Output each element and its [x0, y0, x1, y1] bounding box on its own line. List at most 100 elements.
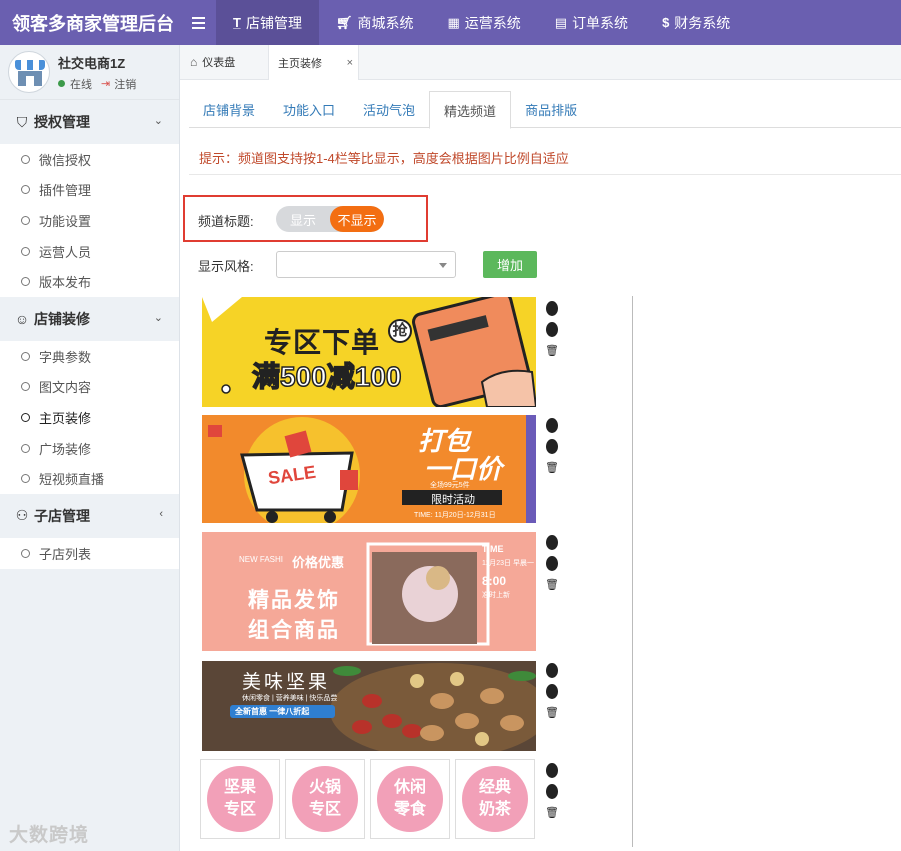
banner2-time: TIME: 11月20日-12月31日: [414, 512, 496, 519]
circle-icon: [21, 351, 30, 361]
banner3-tag: 价格优惠: [292, 555, 345, 570]
notice-text: 提示：频道图支持按1-4栏等比显示，高度会根据图片比例自适应: [189, 140, 901, 175]
circle-icon: [21, 154, 30, 164]
icon-card-snacks: 休闲 零食: [370, 759, 450, 839]
style-select[interactable]: [276, 251, 456, 278]
sidebar-group-auth[interactable]: ⛉ 授权管理 ⌄: [0, 100, 179, 144]
circle-icon: [21, 548, 30, 558]
channel-title-toggle[interactable]: 显示 不显示: [276, 206, 384, 232]
text-icon: T̲: [233, 15, 241, 30]
sidebar-item-homepage-decoration[interactable]: 主页装修: [0, 402, 179, 433]
caret-down-icon: [439, 263, 447, 268]
circle-icon: [21, 277, 30, 287]
tab-product-layout[interactable]: 商品排版: [511, 91, 591, 128]
move-down-icon[interactable]: ↓: [546, 322, 558, 337]
sidebar-item-plaza-decoration[interactable]: 广场装修: [0, 433, 179, 464]
sidebar-group-decoration[interactable]: ☺ 店铺装修 ⌄: [0, 297, 179, 341]
move-down-icon[interactable]: ↓: [546, 439, 558, 454]
sidebar-item-plugins[interactable]: 插件管理: [0, 175, 179, 206]
tab-shop-background[interactable]: 店铺背景: [189, 91, 269, 128]
circle-icon: [21, 474, 30, 484]
banner3-note: 准时上新: [482, 592, 510, 599]
banner4-actions: ↑ ↓ 🗑︎: [545, 663, 559, 720]
move-up-icon[interactable]: ↑: [546, 535, 558, 550]
sidebar-item-features[interactable]: 功能设置: [0, 205, 179, 236]
circle-icon: [21, 185, 30, 195]
move-up-icon[interactable]: ↑: [546, 663, 558, 678]
grid-icon: ▦: [447, 14, 460, 30]
banner3-line2: 组合商品: [248, 619, 340, 642]
banner-image-3: NEW FASHI 价格优惠 精品发饰 组合商品 TIME 11月23日 早晨一…: [202, 532, 536, 651]
chevron-left-icon: ‹: [159, 507, 163, 520]
banner-image-2: SALE 打包 一口价 全场99元5件 限时活动 TIME: 11月20日-12…: [202, 415, 536, 523]
move-up-icon[interactable]: ↑: [546, 301, 558, 316]
banner4-sub: 休闲零食 | 营养美味 | 快乐品尝: [242, 695, 338, 702]
sidebar-item-wechat-auth[interactable]: 微信授权: [0, 144, 179, 175]
online-dot-icon: [58, 80, 65, 87]
page-tab-bar: ⌂ 仪表盘 主页装修 ×: [180, 45, 901, 80]
sidebar-item-articles[interactable]: 图文内容: [0, 372, 179, 403]
move-down-icon[interactable]: ↓: [546, 556, 558, 571]
sidebar-item-substore-list[interactable]: 子店列表: [0, 538, 179, 569]
banner3-date: 11月23日 早晨一: [482, 560, 534, 567]
toggle-show-option[interactable]: 显示: [276, 206, 330, 232]
banner2-badge: 限时活动: [431, 494, 475, 506]
trash-icon[interactable]: 🗑︎: [545, 705, 559, 720]
banner3-actions: ↑ ↓ 🗑︎: [545, 535, 559, 592]
add-button[interactable]: 增加: [483, 251, 537, 278]
users-icon: ⚇: [15, 507, 29, 524]
icon-card-hotpot: 火锅 专区: [285, 759, 365, 839]
move-up-icon[interactable]: ↑: [546, 418, 558, 433]
trash-icon[interactable]: 🗑︎: [545, 805, 559, 820]
banner2-sub: 全场99元5件: [430, 482, 470, 489]
channel-title-label: 频道标题:: [198, 214, 254, 229]
chevron-down-icon: ⌄: [153, 115, 163, 127]
shield-icon: ⛉: [16, 113, 28, 130]
move-down-icon[interactable]: ↓: [546, 784, 558, 799]
chevron-down-icon: ⌄: [153, 311, 163, 324]
topnav-finance-system[interactable]: $ 财务系统: [645, 0, 747, 45]
list-icon: ▤: [554, 14, 568, 30]
avatar: [8, 51, 50, 93]
tab-featured-channel[interactable]: 精选频道: [429, 91, 512, 129]
circle-icon: [21, 382, 30, 392]
banner3-clock: 8:00: [482, 574, 507, 588]
tab-dashboard[interactable]: ⌂ 仪表盘: [180, 45, 269, 79]
circle-icon: [21, 412, 30, 422]
sidebar-item-releases[interactable]: 版本发布: [0, 266, 179, 297]
trash-icon[interactable]: 🗑︎: [545, 343, 559, 358]
move-up-icon[interactable]: ↑: [546, 763, 558, 778]
toggle-hide-option[interactable]: 不显示: [330, 206, 384, 232]
banner3-time-label: TIME: [482, 544, 504, 554]
trash-icon[interactable]: 🗑︎: [545, 460, 559, 475]
tab-homepage-decoration[interactable]: 主页装修 ×: [269, 45, 359, 80]
logout-icon[interactable]: ⇥: [101, 77, 110, 90]
sidebar-item-short-video[interactable]: 短视频直播: [0, 463, 179, 494]
banner3-en: NEW FASHI: [239, 555, 284, 564]
circle-icon: [21, 246, 30, 256]
menu-toggle-icon[interactable]: [180, 0, 216, 45]
topnav-shop-management[interactable]: T̲ 店铺管理: [216, 0, 319, 45]
circle-icon: [21, 443, 30, 453]
topnav-order-system[interactable]: ▤ 订单系统: [538, 0, 645, 45]
banner-image-4: 美味坚果 休闲零食 | 营养美味 | 快乐品尝 全新首惠 一律八折起: [202, 661, 536, 751]
sidebar: 社交电商1Z 在线 ⇥ 注销 ⛉ 授权管理 ⌄ 微信授权 插件管理 功能设置 运…: [0, 45, 180, 851]
trash-icon[interactable]: 🗑︎: [545, 577, 559, 592]
logout-link[interactable]: 注销: [114, 76, 136, 92]
banner1-actions: ↑ ↓ 🗑︎: [545, 301, 559, 358]
sidebar-item-dictionary[interactable]: 字典参数: [0, 341, 179, 372]
banner4-promo: 全新首惠 一律八折起: [235, 707, 310, 716]
tab-activity-bubble[interactable]: 活动气泡: [349, 91, 429, 128]
tab-function-entry[interactable]: 功能入口: [269, 91, 349, 128]
topnav-operation-system[interactable]: ▦ 运营系统: [430, 0, 537, 45]
dollar-icon: $: [662, 15, 670, 30]
icon-card-milk-tea: 经典 奶茶: [455, 759, 535, 839]
close-icon[interactable]: ×: [347, 57, 353, 69]
move-down-icon[interactable]: ↓: [546, 684, 558, 699]
sidebar-group-substore[interactable]: ⚇ 子店管理 ‹: [0, 494, 179, 538]
topnav-mall-system[interactable]: 🛒︎ 商城系统: [319, 0, 431, 45]
top-nav: T̲ 店铺管理 🛒︎ 商城系统 ▦ 运营系统 ▤ 订单系统 $ 财务系统: [216, 0, 747, 45]
icon-row-actions: ↑ ↓ 🗑︎: [545, 763, 559, 820]
icon-card-nuts: 坚果 专区: [200, 759, 280, 839]
sidebar-item-operators[interactable]: 运营人员: [0, 236, 179, 267]
